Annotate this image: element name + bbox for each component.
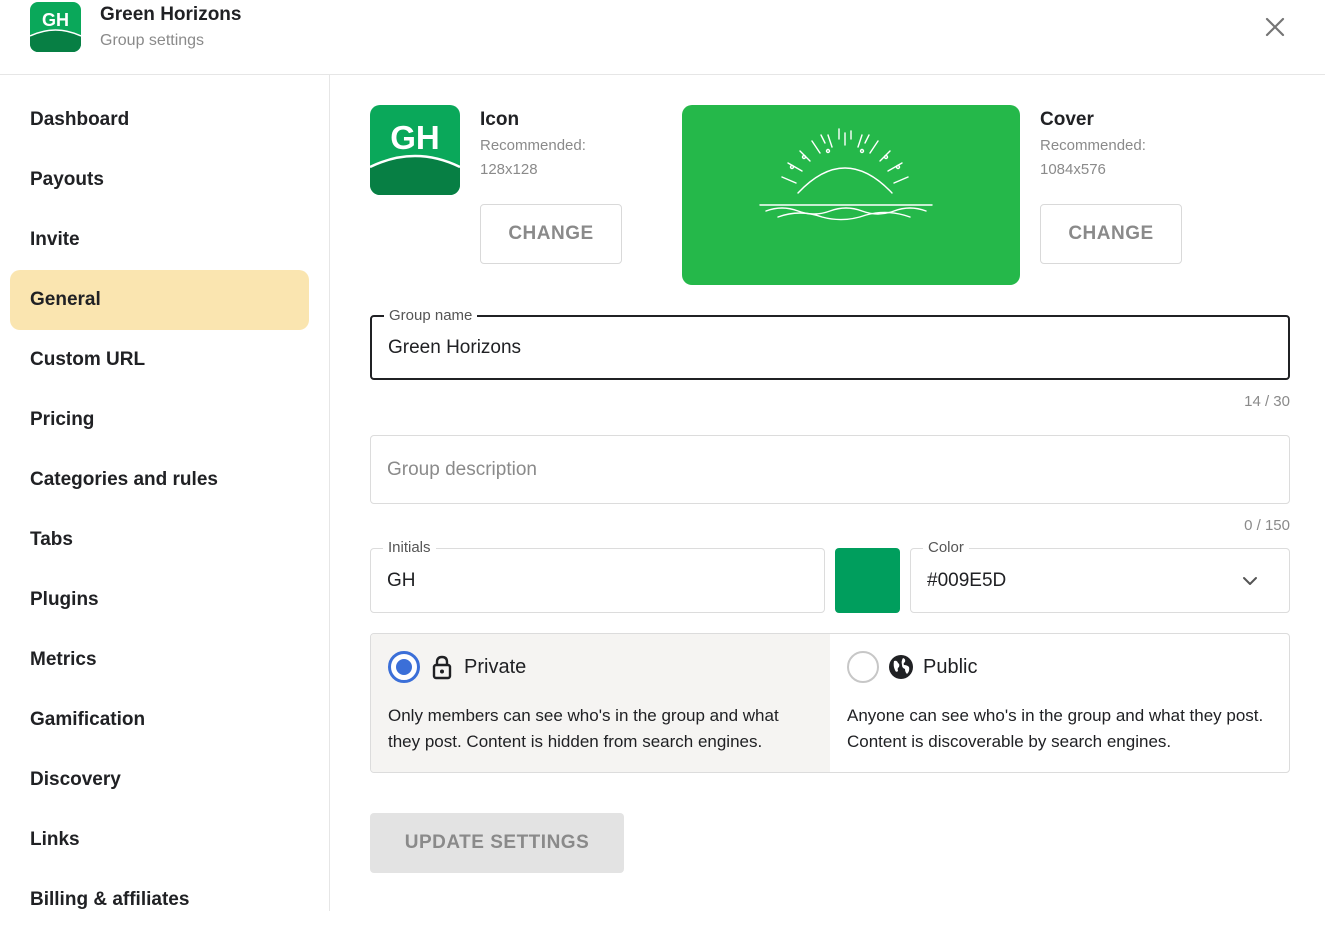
- icon-preview-initials: GH: [390, 119, 440, 156]
- icon-recommended-size: 128x128: [480, 161, 538, 178]
- color-swatch[interactable]: [835, 548, 900, 613]
- sidebar-item-plugins[interactable]: Plugins: [10, 570, 309, 630]
- privacy-option-public[interactable]: Public Anyone can see who's in the group…: [830, 634, 1289, 772]
- sidebar-item-payouts[interactable]: Payouts: [10, 150, 309, 210]
- sidebar-item-label: Links: [30, 829, 80, 850]
- cover-label: Cover: [1040, 109, 1094, 130]
- group-name-field[interactable]: Group name Green Horizons: [370, 307, 1290, 380]
- public-title: Public: [923, 656, 978, 678]
- sidebar-item-label: Custom URL: [30, 349, 146, 370]
- group-name-value[interactable]: Green Horizons: [388, 337, 521, 359]
- initials-value[interactable]: GH: [387, 570, 416, 592]
- group-title: Green Horizons: [100, 4, 242, 25]
- globe-icon: [889, 655, 913, 679]
- sidebar-item-label: General: [30, 289, 101, 310]
- group-logo-art: GH: [30, 10, 81, 52]
- private-radio[interactable]: [388, 651, 420, 683]
- sidebar-item-label: Dashboard: [30, 109, 130, 130]
- sidebar-item-categories-and-rules[interactable]: Categories and rules: [10, 450, 309, 510]
- color-select[interactable]: Color #009E5D: [910, 539, 1290, 613]
- group-description-field[interactable]: Group description: [370, 435, 1290, 504]
- private-description: Only members can see who's in the group …: [388, 706, 779, 751]
- group-name-label: Group name: [384, 307, 478, 325]
- private-title: Private: [464, 656, 527, 678]
- top-bar: GH Green Horizons Group settings: [0, 0, 1325, 75]
- change-cover-button[interactable]: CHANGE: [1040, 204, 1182, 264]
- sidebar-item-pricing[interactable]: Pricing: [10, 390, 309, 450]
- sidebar-item-label: Discovery: [30, 769, 121, 790]
- sidebar-item-custom-url[interactable]: Custom URL: [10, 330, 309, 390]
- sunrise-illustration: [759, 128, 933, 221]
- close-button[interactable]: [1262, 14, 1288, 40]
- sidebar-item-billing-affiliates[interactable]: Billing & affiliates: [10, 870, 309, 925]
- icon-preview: GH: [370, 105, 460, 195]
- page-subtitle: Group settings: [100, 32, 205, 49]
- sidebar-item-dashboard[interactable]: Dashboard: [10, 90, 309, 150]
- chevron-down-icon[interactable]: [1241, 572, 1259, 590]
- cover-recommended-label: Recommended:: [1040, 137, 1146, 154]
- sidebar-item-discovery[interactable]: Discovery: [10, 750, 309, 810]
- icon-recommended-label: Recommended:: [480, 137, 586, 154]
- sidebar-item-links[interactable]: Links: [10, 810, 309, 870]
- sidebar-item-invite[interactable]: Invite: [10, 210, 309, 270]
- update-settings-button[interactable]: UPDATE SETTINGS: [370, 813, 624, 873]
- icon-label: Icon: [480, 109, 520, 130]
- sidebar-item-label: Pricing: [30, 409, 95, 430]
- privacy-selector: Private Only members can see who's in th…: [370, 633, 1290, 773]
- initials-field[interactable]: Initials GH: [370, 539, 825, 613]
- sidebar-item-label: Payouts: [30, 169, 104, 190]
- color-value: #009E5D: [927, 569, 1007, 591]
- lock-icon: [432, 655, 452, 680]
- close-icon: [1265, 17, 1285, 37]
- sidebar-item-label: Gamification: [30, 709, 146, 730]
- public-description: Anyone can see who's in the group and wh…: [847, 706, 1264, 751]
- sidebar-item-label: Categories and rules: [30, 469, 218, 490]
- sidebar-item-label: Tabs: [30, 529, 73, 550]
- sidebar-item-label: Metrics: [30, 649, 97, 670]
- initials-label: Initials: [383, 539, 436, 557]
- group-logo-initials: GH: [42, 10, 69, 30]
- privacy-option-private[interactable]: Private Only members can see who's in th…: [371, 634, 830, 772]
- group-logo: GH: [30, 2, 81, 52]
- icon-preview-art: GH: [370, 119, 460, 195]
- sidebar-item-general[interactable]: General: [10, 270, 309, 330]
- group-description-counter: 0 / 150: [1244, 517, 1290, 534]
- settings-sidebar: Dashboard Payouts Invite General Custom …: [0, 75, 330, 911]
- sidebar-item-label: Invite: [30, 229, 80, 250]
- color-label: Color: [923, 539, 969, 557]
- sidebar-item-label: Billing & affiliates: [30, 889, 190, 910]
- sidebar-item-metrics[interactable]: Metrics: [10, 630, 309, 690]
- sidebar-item-label: Plugins: [30, 589, 99, 610]
- cover-recommended-size: 1084x576: [1040, 161, 1106, 178]
- group-name-counter: 14 / 30: [1244, 393, 1290, 410]
- change-icon-button[interactable]: CHANGE: [480, 204, 622, 264]
- group-description-placeholder: Group description: [387, 458, 537, 480]
- sidebar-item-gamification[interactable]: Gamification: [10, 690, 309, 750]
- public-radio[interactable]: [847, 651, 879, 683]
- sidebar-item-tabs[interactable]: Tabs: [10, 510, 309, 570]
- cover-preview: [682, 105, 1020, 285]
